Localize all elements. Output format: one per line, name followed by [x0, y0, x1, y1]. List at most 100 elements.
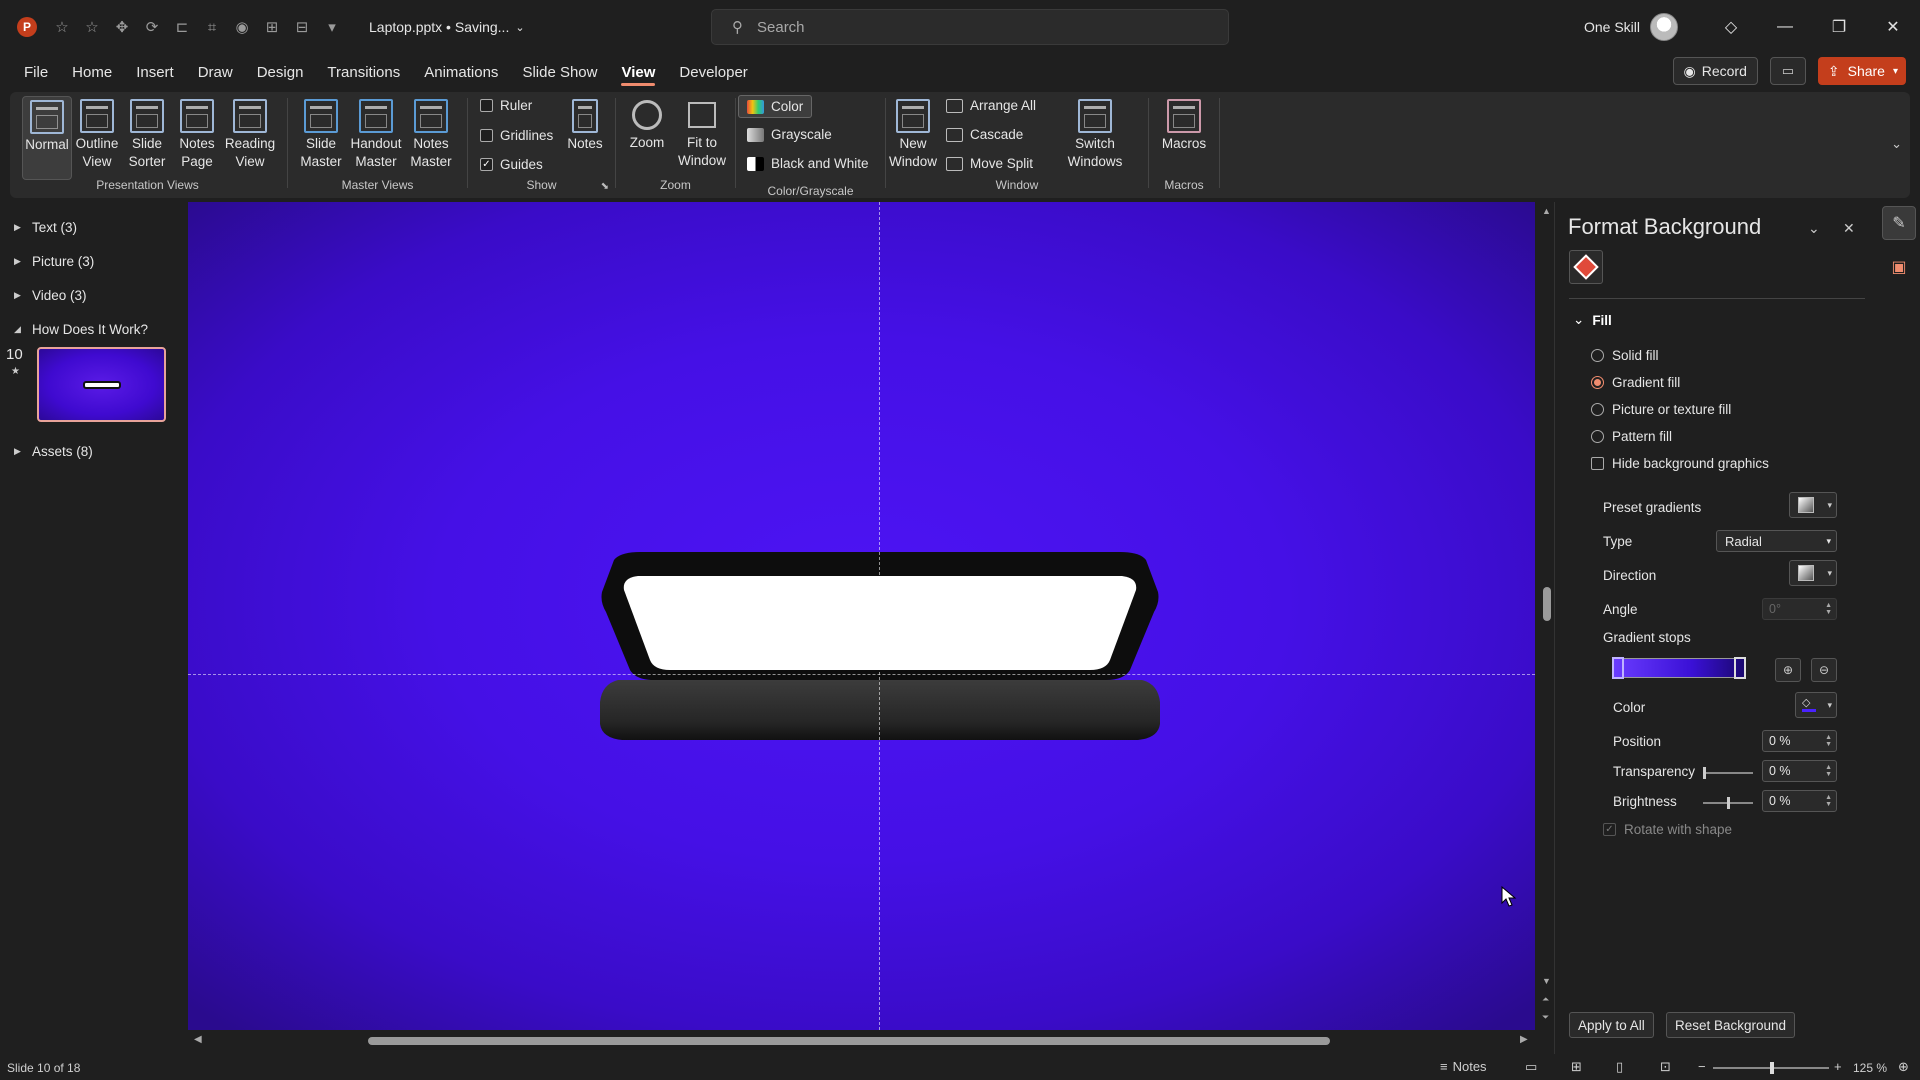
- zoom-slider[interactable]: [1713, 1062, 1829, 1074]
- handout-master-button[interactable]: Handout Master: [348, 96, 404, 171]
- gradient-fill-radio[interactable]: Gradient fill: [1591, 375, 1680, 390]
- tab-design[interactable]: Design: [245, 54, 316, 90]
- notes-button[interactable]: Notes: [560, 96, 610, 153]
- tab-slide-show[interactable]: Slide Show: [510, 54, 609, 90]
- close-window-button[interactable]: ✕: [1866, 0, 1920, 54]
- format-background-rail-icon[interactable]: ✎: [1882, 206, 1916, 240]
- file-title[interactable]: Laptop.pptx • Saving... ⌄: [369, 19, 525, 35]
- transparency-slider[interactable]: [1703, 767, 1753, 779]
- brightness-spinner[interactable]: 0 % ▲ ▼: [1762, 790, 1837, 812]
- slide-master-button[interactable]: Slide Master: [296, 96, 346, 171]
- reading-view-button[interactable]: Reading View: [222, 96, 278, 171]
- gradient-stop-1[interactable]: [1612, 657, 1624, 679]
- section-text[interactable]: ▶ Text (3): [14, 220, 77, 235]
- apply-to-all-button[interactable]: Apply to All: [1569, 1012, 1654, 1038]
- zoom-in-icon[interactable]: +: [1834, 1059, 1842, 1074]
- tab-file[interactable]: File: [12, 54, 60, 90]
- pane-options-icon[interactable]: ⌄: [1808, 220, 1820, 237]
- slide-sorter-button[interactable]: Slide Sorter: [122, 96, 172, 171]
- slider-knob[interactable]: [1703, 767, 1706, 779]
- laptop-base-shape[interactable]: [598, 680, 1162, 740]
- slider-knob[interactable]: [1727, 797, 1730, 809]
- scroll-up-icon[interactable]: ▲: [1542, 206, 1551, 216]
- format-shape-rail-icon[interactable]: ▣: [1882, 250, 1916, 284]
- section-video[interactable]: ▶ Video (3): [14, 288, 87, 303]
- horizontal-guide[interactable]: [188, 674, 1535, 675]
- previous-slide-icon[interactable]: ⏶: [1542, 994, 1549, 1005]
- add-gradient-stop-button[interactable]: ⊕: [1775, 658, 1801, 682]
- horizontal-scrollbar[interactable]: ◀ ▶: [188, 1032, 1535, 1048]
- notes-master-button[interactable]: Notes Master: [406, 96, 456, 171]
- crop-icon[interactable]: ⌗: [199, 14, 225, 40]
- fit-to-window-button[interactable]: Fit to Window: [674, 96, 730, 170]
- macros-button[interactable]: Macros: [1157, 96, 1211, 153]
- tab-insert[interactable]: Insert: [124, 54, 186, 90]
- fill-tab-button[interactable]: [1569, 250, 1603, 284]
- brightness-slider[interactable]: [1703, 797, 1753, 809]
- tab-animations[interactable]: Animations: [412, 54, 510, 90]
- record-button[interactable]: ◉ Record: [1672, 57, 1758, 85]
- arrange-icon[interactable]: ⊞: [259, 14, 285, 40]
- picture-texture-fill-radio[interactable]: Picture or texture fill: [1591, 402, 1731, 417]
- transparency-spinner[interactable]: 0 % ▲ ▼: [1762, 760, 1837, 782]
- search-input[interactable]: ⚲ Search: [711, 9, 1229, 45]
- gradient-stop-2[interactable]: [1734, 657, 1746, 679]
- shape-fill-icon[interactable]: ◉: [229, 14, 255, 40]
- autosave-icon[interactable]: ☆: [49, 14, 75, 40]
- distribute-icon[interactable]: ⊟: [289, 14, 315, 40]
- share-button[interactable]: ⇪ Share ▾: [1817, 57, 1906, 85]
- comments-button[interactable]: ▭: [1769, 57, 1806, 85]
- ruler-checkbox[interactable]: Ruler: [480, 98, 532, 113]
- laptop-screen-shape[interactable]: [600, 552, 1160, 680]
- zoom-out-icon[interactable]: −: [1698, 1059, 1706, 1074]
- gradient-type-dropdown[interactable]: Radial ▾: [1716, 530, 1837, 552]
- arrange-all-button[interactable]: Arrange All: [946, 98, 1036, 113]
- slideshow-status-icon[interactable]: ⊡: [1660, 1059, 1671, 1075]
- switch-windows-button[interactable]: Switch Windows: [1064, 96, 1126, 171]
- restore-button[interactable]: ❐: [1812, 0, 1866, 54]
- horizontal-scroll-thumb[interactable]: [368, 1037, 1330, 1045]
- tab-developer[interactable]: Developer: [667, 54, 759, 90]
- next-slide-icon[interactable]: ⏷: [1542, 1012, 1549, 1023]
- cascade-button[interactable]: Cascade: [946, 127, 1023, 142]
- vertical-guide[interactable]: [879, 202, 880, 1030]
- normal-view-status-icon[interactable]: ▭: [1525, 1059, 1537, 1075]
- pattern-fill-radio[interactable]: Pattern fill: [1591, 429, 1672, 444]
- premium-diamond-icon[interactable]: ◇: [1704, 0, 1758, 54]
- reading-view-status-icon[interactable]: ▯: [1616, 1059, 1623, 1075]
- remove-gradient-stop-button[interactable]: ⊖: [1811, 658, 1837, 682]
- guides-checkbox[interactable]: ✓ Guides: [480, 157, 543, 172]
- direction-dropdown[interactable]: ▾: [1789, 560, 1837, 586]
- pane-close-icon[interactable]: ✕: [1843, 220, 1855, 237]
- redo-icon[interactable]: ⟳: [139, 14, 165, 40]
- new-window-button[interactable]: New Window: [888, 96, 938, 171]
- slide-sorter-status-icon[interactable]: ⊞: [1571, 1059, 1582, 1075]
- vertical-scrollbar[interactable]: ▲ ▼ ⏶ ⏷: [1540, 202, 1554, 1030]
- align-icon[interactable]: ⊏: [169, 14, 195, 40]
- scroll-down-icon[interactable]: ▼: [1542, 976, 1551, 986]
- solid-fill-radio[interactable]: Solid fill: [1591, 348, 1659, 363]
- color-mode-button[interactable]: Color: [738, 95, 813, 118]
- vertical-scroll-thumb[interactable]: [1543, 587, 1551, 621]
- grayscale-button[interactable]: Grayscale: [747, 127, 832, 142]
- gridlines-checkbox[interactable]: Gridlines: [480, 128, 553, 143]
- tab-transitions[interactable]: Transitions: [315, 54, 412, 90]
- fit-slide-icon[interactable]: ⊕: [1898, 1059, 1909, 1075]
- slide-thumbnail[interactable]: [37, 347, 166, 422]
- show-dialog-launcher-icon[interactable]: ⬊: [601, 181, 609, 192]
- section-how-does-it-work[interactable]: ◢ How Does It Work?: [14, 322, 148, 337]
- scroll-left-icon[interactable]: ◀: [194, 1034, 202, 1045]
- zoom-level[interactable]: 125 %: [1853, 1061, 1887, 1075]
- scroll-right-icon[interactable]: ▶: [1520, 1034, 1528, 1045]
- tab-view[interactable]: View: [609, 54, 667, 90]
- move-split-button[interactable]: Move Split: [946, 156, 1033, 171]
- stop-color-dropdown[interactable]: ◇ ▾: [1795, 692, 1837, 718]
- normal-view-button[interactable]: Normal: [22, 96, 72, 180]
- fill-section-header[interactable]: ⌄ Fill: [1573, 312, 1612, 328]
- notes-toggle-button[interactable]: ≡ Notes: [1440, 1059, 1487, 1074]
- black-white-button[interactable]: Black and White: [747, 156, 869, 171]
- minimize-button[interactable]: —: [1758, 0, 1812, 54]
- hide-background-graphics-checkbox[interactable]: Hide background graphics: [1591, 456, 1769, 471]
- zoom-button[interactable]: Zoom: [622, 96, 672, 152]
- section-picture[interactable]: ▶ Picture (3): [14, 254, 94, 269]
